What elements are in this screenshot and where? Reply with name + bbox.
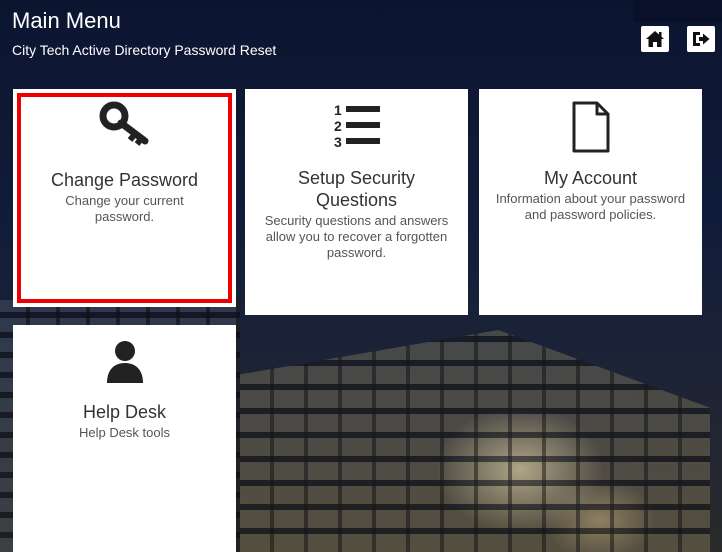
tile-title: Help Desk	[82, 402, 167, 422]
sign-out-icon	[693, 32, 710, 46]
tile-description: Security questions and answers allow you…	[264, 213, 449, 260]
svg-text:3: 3	[334, 134, 342, 150]
user-icon	[13, 339, 236, 385]
tile-title: My Account	[543, 168, 638, 188]
page-subtitle: City Tech Active Directory Password Rese…	[12, 42, 277, 58]
setup-security-questions-tile[interactable]: 1 2 3 Setup Security Questions Security …	[245, 89, 468, 315]
my-account-tile[interactable]: My Account Information about your passwo…	[479, 89, 702, 315]
help-desk-tile[interactable]: Help Desk Help Desk tools	[13, 325, 236, 552]
home-button[interactable]	[641, 26, 669, 52]
numbered-list-icon: 1 2 3	[245, 101, 468, 151]
key-icon	[13, 101, 236, 147]
top-bar-strip	[634, 0, 722, 22]
document-icon	[479, 101, 702, 153]
svg-text:1: 1	[334, 102, 342, 118]
page-title: Main Menu	[12, 8, 121, 33]
tile-description: Help Desk tools	[78, 425, 171, 440]
tile-title: Change Password	[50, 170, 199, 190]
home-icon	[646, 31, 664, 47]
svg-text:2: 2	[334, 118, 342, 134]
logout-button[interactable]	[687, 26, 715, 52]
tile-title: Setup Security Questions	[297, 168, 416, 210]
tile-description: Change your current password.	[65, 193, 184, 224]
tile-description: Information about your password and pass…	[495, 191, 686, 222]
change-password-tile[interactable]: Change Password Change your current pass…	[13, 89, 236, 307]
